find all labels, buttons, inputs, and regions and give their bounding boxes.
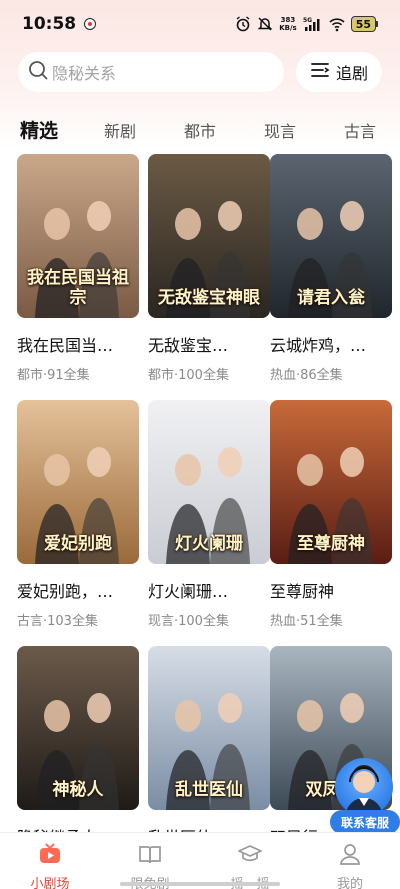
clock: 10:58 — [22, 14, 77, 34]
drama-title: 爱妃别跑，… — [17, 582, 114, 601]
battery-icon: 55 — [350, 16, 378, 32]
drama-card[interactable]: 无敌鉴宝神眼 无敌鉴宝… 都市·100全集 — [148, 154, 270, 383]
nav-me-label: 我的 — [336, 877, 363, 889]
poster-title-art: 至尊厨神 — [297, 534, 365, 554]
drama-meta: 热血·51全集 — [270, 614, 343, 629]
drama-meta: 古言·103全集 — [17, 614, 98, 629]
search-icon — [28, 60, 48, 84]
bottom-nav: 小剧场 限免剧 摇一摇 我的 — [0, 832, 400, 889]
poster-title-art: 乱世医仙 — [175, 780, 243, 800]
nav-shake[interactable]: 摇一摇 — [200, 833, 300, 889]
poster-title-art: 爱妃别跑 — [44, 534, 112, 554]
drama-card[interactable]: 神秘人 隐秘继承人 — [17, 646, 139, 832]
drama-title: 至尊厨神 — [270, 582, 335, 601]
drama-poster: 无敌鉴宝神眼 — [148, 154, 270, 318]
drama-card[interactable]: 我在民国当祖宗 我在民国当… 都市·91全集 — [17, 154, 139, 383]
drama-card[interactable]: 至尊厨神 至尊厨神 热血·51全集 — [270, 400, 392, 629]
mortarboard-icon — [238, 843, 262, 869]
nav-theater-label: 小剧场 — [30, 877, 70, 889]
poster-title-art: 灯火阑珊 — [175, 534, 243, 554]
tab-new[interactable]: 新剧 — [104, 118, 136, 142]
home-indicator — [120, 882, 280, 886]
battery-level: 55 — [350, 16, 376, 32]
drama-title: 乱世医仙 — [148, 824, 270, 832]
person-icon — [338, 843, 362, 869]
drama-poster: 至尊厨神 — [270, 400, 392, 564]
drama-title: 无敌鉴宝… — [148, 336, 229, 355]
drama-card[interactable]: 爱妃别跑 爱妃别跑，… 古言·103全集 — [17, 400, 139, 629]
drama-poster: 乱世医仙 — [148, 646, 270, 810]
drama-poster: 请君入瓮 — [270, 154, 392, 318]
poster-title-art: 请君入瓮 — [297, 288, 365, 308]
drama-title: 我在民国当… — [17, 336, 114, 355]
drama-title: 灯火阑珊… — [148, 582, 229, 601]
nav-shake-label: 摇一摇 — [230, 873, 269, 889]
alarm-icon — [235, 16, 251, 32]
poster-title-art: 无敌鉴宝神眼 — [158, 288, 260, 308]
follow-drama-label: 追剧 — [335, 64, 368, 83]
customer-service-button[interactable]: 联系客服 — [330, 758, 400, 836]
wifi-icon — [329, 16, 345, 32]
drama-meta: 都市·91全集 — [17, 368, 90, 383]
svg-text:5G: 5G — [303, 17, 312, 24]
tab-urban[interactable]: 都市 — [184, 118, 216, 142]
tv-icon — [38, 843, 62, 869]
drama-card[interactable]: 乱世医仙 乱世医仙 — [148, 646, 270, 832]
drama-title: 云城炸鸡，… — [270, 336, 367, 355]
notification-icon — [84, 18, 97, 30]
drama-title: 隐秘继承人 — [17, 824, 139, 832]
drama-poster: 灯火阑珊 — [148, 400, 270, 564]
customer-service-label: 联系客服 — [330, 810, 400, 834]
net-speed: 383 KB/s — [279, 16, 296, 32]
follow-drama-button[interactable]: 追剧 — [296, 52, 382, 92]
poster-title-art: 我在民国当祖宗 — [27, 268, 129, 308]
tab-modern-romance[interactable]: 现言 — [264, 118, 296, 142]
drama-meta: 热血·86全集 — [270, 368, 343, 383]
signal-icon: 5G — [303, 16, 323, 32]
tab-ancient-romance[interactable]: 古言 — [344, 118, 376, 142]
customer-service-avatar — [335, 758, 393, 816]
nav-free[interactable]: 限免剧 — [100, 833, 200, 889]
net-speed-value: 383 — [280, 16, 296, 24]
list-icon — [310, 61, 330, 83]
search-input[interactable]: 隐秘关系 — [18, 52, 284, 92]
drama-poster: 我在民国当祖宗 — [17, 154, 139, 318]
search-placeholder: 隐秘关系 — [52, 64, 117, 83]
drama-poster: 神秘人 — [17, 646, 139, 810]
mute-icon — [257, 16, 273, 32]
category-tabs: 精选 新剧 都市 现言 古言 — [0, 110, 400, 150]
drama-meta: 现言·100全集 — [148, 614, 229, 629]
status-bar: 10:58 383 KB/s 5G 55 — [0, 0, 400, 48]
nav-me[interactable]: 我的 — [300, 833, 400, 889]
drama-poster: 爱妃别跑 — [17, 400, 139, 564]
drama-card[interactable]: 灯火阑珊 灯火阑珊… 现言·100全集 — [148, 400, 270, 629]
drama-grid: 我在民国当祖宗 我在民国当… 都市·91全集 无敌鉴宝神眼 无敌鉴宝… 都市·1… — [0, 152, 400, 832]
book-icon — [138, 843, 162, 869]
tab-featured[interactable]: 精选 — [20, 116, 58, 143]
nav-free-label: 限免剧 — [130, 873, 169, 889]
poster-title-art: 神秘人 — [52, 780, 104, 800]
drama-card[interactable]: 请君入瓮 云城炸鸡，… 热血·86全集 — [270, 154, 392, 383]
nav-theater[interactable]: 小剧场 — [0, 833, 100, 889]
net-speed-unit: KB/s — [279, 24, 297, 32]
drama-meta: 都市·100全集 — [148, 368, 229, 383]
